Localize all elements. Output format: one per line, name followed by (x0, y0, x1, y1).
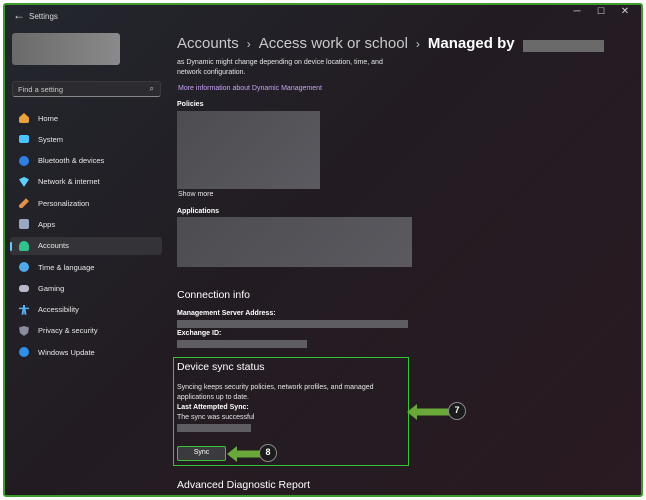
intro-text-line-1: as Dynamic might change depending on dev… (177, 59, 383, 66)
sidebar-item-apps[interactable]: Apps (10, 215, 162, 233)
window-title: Settings (29, 12, 58, 21)
update-icon (19, 347, 29, 358)
sidebar-item-windows-update[interactable]: Windows Update (10, 343, 162, 361)
sidebar-item-label: Accounts (38, 241, 69, 251)
exchange-id-value-redacted (177, 340, 307, 348)
sidebar-item-label: Time & language (38, 262, 95, 272)
apps-icon (19, 219, 29, 230)
mgmt-server-label: Management Server Address: (177, 310, 276, 317)
sidebar-item-personalization[interactable]: Personalization (10, 194, 162, 212)
sidebar-item-accessibility[interactable]: Accessibility (10, 301, 162, 319)
sidebar-item-label: Gaming (38, 283, 65, 293)
breadcrumb-current: Managed by (427, 35, 515, 52)
accessibility-icon (19, 304, 29, 315)
connection-info-heading: Connection info (177, 289, 250, 301)
sidebar-item-network[interactable]: Network & internet (10, 173, 162, 191)
sidebar-item-label: Network & internet (38, 177, 100, 187)
close-button[interactable]: ✕ (613, 6, 637, 17)
sync-description-line-1: Syncing keeps security policies, network… (177, 384, 374, 391)
breadcrumb: Accounts › Access work or school › Managed b… (177, 35, 515, 52)
brush-icon (19, 198, 29, 209)
user-profile-redacted[interactable] (12, 33, 120, 65)
sync-timestamp-redacted (177, 424, 251, 432)
wifi-icon (19, 176, 29, 187)
sidebar-item-system[interactable]: System (10, 130, 162, 148)
sidebar-item-label: Windows Update (38, 347, 95, 357)
sidebar-item-label: Bluetooth & devices (38, 156, 105, 166)
globe-icon (19, 262, 29, 273)
breadcrumb-separator: › (246, 37, 251, 51)
sidebar-item-privacy-security[interactable]: Privacy & security (10, 322, 162, 340)
sync-description-line-2: applications up to date. (177, 394, 249, 401)
title-bar: ← Settings ─ ☐ ✕ (5, 5, 641, 27)
policies-label: Policies (177, 101, 204, 108)
breadcrumb-access-work-school[interactable]: Access work or school (259, 35, 408, 52)
redacted-organization-name (523, 40, 604, 52)
applications-list-redacted (177, 217, 412, 267)
sidebar-item-label: Privacy & security (38, 326, 98, 336)
sidebar-item-label: Personalization (38, 198, 90, 208)
back-arrow-icon[interactable]: ← (13, 8, 25, 22)
sidebar-item-home[interactable]: Home (10, 109, 162, 127)
more-info-link[interactable]: More information about Dynamic Managemen… (178, 85, 322, 92)
gaming-icon (19, 284, 29, 292)
home-icon (19, 113, 29, 123)
sidebar-item-gaming[interactable]: Gaming (10, 279, 162, 297)
exchange-id-label: Exchange ID: (177, 330, 222, 337)
sidebar-nav: Home System Bluetooth & devices Network … (10, 109, 162, 365)
minimize-button[interactable]: ─ (565, 6, 589, 17)
advanced-diagnostic-heading: Advanced Diagnostic Report (177, 479, 311, 491)
bluetooth-icon (19, 155, 29, 166)
search-placeholder: Find a setting (18, 85, 64, 94)
callout-arrow-7-shape (407, 404, 451, 420)
breadcrumb-separator: › (415, 37, 420, 51)
sidebar-item-accounts[interactable]: Accounts (10, 236, 162, 255)
sidebar-item-label: Home (38, 113, 59, 123)
device-sync-heading: Device sync status (177, 361, 265, 373)
sidebar-item-label: Accessibility (38, 305, 79, 315)
search-icon[interactable]: ⌕ (150, 84, 154, 94)
last-sync-label: Last Attempted Sync: (177, 404, 249, 411)
callout-badge-8: 8 (259, 444, 277, 462)
policies-list-redacted (177, 111, 320, 189)
settings-window: ← Settings ─ ☐ ✕ Find a setting ⌕ Home S… (3, 3, 643, 497)
sidebar-item-bluetooth[interactable]: Bluetooth & devices (10, 152, 162, 170)
mgmt-server-value-redacted (177, 320, 408, 328)
intro-text-line-2: network configuration. (177, 69, 246, 76)
sidebar-item-time-language[interactable]: Time & language (10, 258, 162, 276)
search-input[interactable]: Find a setting ⌕ (12, 81, 161, 97)
applications-label: Applications (177, 208, 220, 215)
callout-arrow-7 (407, 404, 451, 420)
breadcrumb-accounts[interactable]: Accounts (177, 35, 239, 52)
sidebar-item-label: Apps (38, 219, 56, 229)
shield-icon (19, 325, 29, 336)
callout-badge-7: 7 (448, 402, 466, 420)
accounts-icon (19, 240, 29, 251)
callout-arrow-8 (227, 446, 261, 462)
callout-arrow-8-shape (227, 446, 261, 462)
sidebar-item-label: System (38, 134, 64, 144)
show-more-link[interactable]: Show more (178, 190, 213, 200)
sync-result-text: The sync was successful (177, 414, 255, 421)
sync-button[interactable]: Sync (177, 446, 226, 461)
maximize-button[interactable]: ☐ (589, 6, 613, 17)
system-icon (19, 135, 29, 144)
